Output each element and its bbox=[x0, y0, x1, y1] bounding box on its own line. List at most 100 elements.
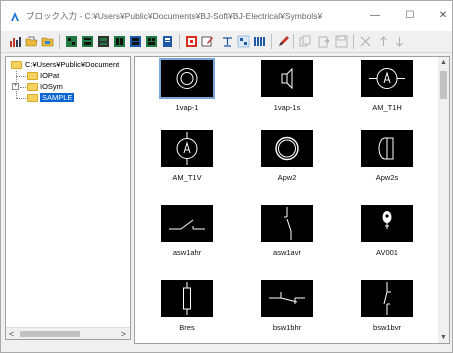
tree-connector bbox=[16, 76, 26, 77]
symbol-thumbnail[interactable] bbox=[361, 130, 413, 167]
tree-item-iopat[interactable]: IOPat bbox=[40, 70, 59, 81]
tree-item-label: IOSym bbox=[40, 82, 63, 91]
cylinder-icon bbox=[378, 137, 394, 160]
expand-toggle[interactable]: + bbox=[12, 83, 19, 90]
bulb-icon bbox=[382, 211, 392, 229]
tree-connector bbox=[16, 98, 26, 99]
speaker-icon bbox=[281, 67, 293, 90]
symbol-item[interactable]: 1vap-1 bbox=[147, 58, 227, 130]
grid-6-icon[interactable] bbox=[145, 35, 158, 48]
symbol-item[interactable]: asw1ahr bbox=[147, 205, 227, 275]
symbol-thumbnail[interactable] bbox=[261, 60, 313, 97]
list-icon[interactable] bbox=[237, 35, 250, 48]
symbol-item[interactable]: AM_T1V bbox=[147, 130, 227, 200]
move-down-icon[interactable] bbox=[393, 35, 406, 48]
tree-root[interactable]: C:¥Users¥Public¥Document bbox=[25, 59, 119, 70]
resistor-icon bbox=[183, 282, 191, 315]
copy-icon[interactable] bbox=[299, 35, 312, 48]
folder-icon[interactable] bbox=[41, 35, 54, 48]
symbol-thumbnail[interactable] bbox=[161, 280, 213, 317]
scroll-right-button[interactable]: > bbox=[121, 329, 126, 339]
folder-icon bbox=[27, 72, 38, 80]
minimize-button[interactable]: — bbox=[361, 7, 389, 25]
symbol-red-icon[interactable] bbox=[185, 35, 198, 48]
grid-3-icon[interactable] bbox=[97, 35, 110, 48]
book-icon[interactable] bbox=[161, 35, 174, 48]
symbol-item[interactable]: asw1avr bbox=[247, 205, 327, 275]
scroll-thumb[interactable] bbox=[440, 71, 447, 99]
symbol-thumbnail[interactable] bbox=[161, 130, 213, 167]
symbol-item[interactable]: bsw1bvr bbox=[347, 280, 427, 343]
vertical-scrollbar[interactable]: ▲ ▼ bbox=[438, 57, 449, 343]
symbol-label: 1vap-1s bbox=[273, 103, 301, 112]
chart-icon[interactable] bbox=[9, 35, 22, 48]
columns-icon[interactable] bbox=[253, 35, 266, 48]
symbol-label: asw1avr bbox=[273, 248, 301, 257]
symbol-item[interactable]: Apw2 bbox=[247, 130, 327, 200]
symbol-grid: 1vap-1 1vap-1s AM_T1H AM_T1V Apw2 Apw2s … bbox=[134, 56, 450, 344]
scroll-down-button[interactable]: ▼ bbox=[440, 334, 447, 341]
scroll-thumb[interactable] bbox=[20, 331, 80, 337]
symbol-thumbnail[interactable] bbox=[361, 205, 413, 242]
symbol-thumbnail[interactable] bbox=[161, 205, 213, 242]
switch-b-horizontal-icon bbox=[269, 292, 305, 304]
title-bar: ブロック入力 - C:¥Users¥Public¥Documents¥BJ-So… bbox=[1, 1, 452, 31]
symbol-item[interactable]: AV001 bbox=[347, 205, 427, 275]
toolbar bbox=[1, 31, 452, 53]
symbol-label: Apw2s bbox=[375, 173, 399, 182]
folder-icon bbox=[27, 94, 38, 102]
scroll-up-button[interactable]: ▲ bbox=[440, 59, 447, 66]
folder-icon bbox=[11, 61, 22, 69]
delete-icon[interactable] bbox=[359, 35, 372, 48]
grid-4-icon[interactable] bbox=[113, 35, 126, 48]
symbol-thumbnail[interactable] bbox=[261, 205, 313, 242]
switch-b-vertical-icon bbox=[383, 282, 391, 315]
tree-item-label: SAMPLE bbox=[40, 93, 75, 102]
save-icon[interactable] bbox=[335, 35, 348, 48]
grid-5-icon[interactable] bbox=[129, 35, 142, 48]
symbol-label: AM_T1H bbox=[372, 103, 402, 112]
symbol-item[interactable]: 1vap-1s bbox=[247, 60, 327, 130]
symbol-label: Apw2 bbox=[277, 173, 297, 182]
text-icon[interactable] bbox=[221, 35, 234, 48]
pen-icon[interactable] bbox=[277, 35, 290, 48]
switch-horizontal-icon bbox=[169, 219, 205, 230]
symbol-label: asw1ahr bbox=[172, 248, 202, 257]
switch-vertical-icon bbox=[284, 207, 292, 240]
symbol-thumbnail[interactable] bbox=[361, 60, 413, 97]
tree-root-label: C:¥Users¥Public¥Document bbox=[25, 60, 120, 69]
toolbar-separator bbox=[271, 34, 272, 49]
folder-tree[interactable]: C:¥Users¥Public¥Document IOPat + IOSym S… bbox=[5, 56, 131, 340]
grid-1-icon[interactable] bbox=[65, 35, 78, 48]
symbol-item[interactable]: Bres bbox=[147, 280, 227, 343]
horizontal-scrollbar[interactable]: < > bbox=[6, 327, 130, 339]
tree-connector bbox=[20, 87, 26, 88]
move-up-icon[interactable] bbox=[377, 35, 390, 48]
tree-item-iosym[interactable]: IOSym bbox=[40, 81, 63, 92]
toolbar-separator bbox=[179, 34, 180, 49]
symbol-thumbnail[interactable] bbox=[159, 58, 215, 99]
symbol-item[interactable]: bsw1bhr bbox=[247, 280, 327, 343]
symbol-item[interactable]: AM_T1H bbox=[347, 60, 427, 130]
grid-2-icon[interactable] bbox=[81, 35, 94, 48]
symbol-edit-icon[interactable] bbox=[201, 35, 214, 48]
ammeter-icon bbox=[176, 132, 198, 165]
symbol-thumbnail[interactable] bbox=[261, 130, 313, 167]
symbol-item[interactable]: Apw2s bbox=[347, 130, 427, 200]
folder-icon bbox=[27, 83, 38, 91]
status-bar bbox=[1, 344, 452, 352]
toolbar-separator bbox=[353, 34, 354, 49]
symbol-label: Bres bbox=[179, 323, 195, 332]
toolbar-separator bbox=[293, 34, 294, 49]
scroll-left-button[interactable]: < bbox=[9, 329, 14, 339]
symbol-thumbnail[interactable] bbox=[261, 280, 313, 317]
tree-item-label: IOPat bbox=[40, 71, 60, 80]
symbol-thumbnail[interactable] bbox=[361, 280, 413, 317]
maximize-button[interactable]: ☐ bbox=[396, 7, 424, 25]
close-button[interactable]: ✕ bbox=[429, 7, 453, 25]
double-circle-icon bbox=[176, 68, 198, 89]
folder-open-icon[interactable] bbox=[25, 35, 38, 48]
paste-icon[interactable] bbox=[317, 35, 330, 48]
symbol-label: bsw1bvr bbox=[373, 323, 401, 332]
tree-item-sample[interactable]: SAMPLE bbox=[40, 92, 75, 103]
